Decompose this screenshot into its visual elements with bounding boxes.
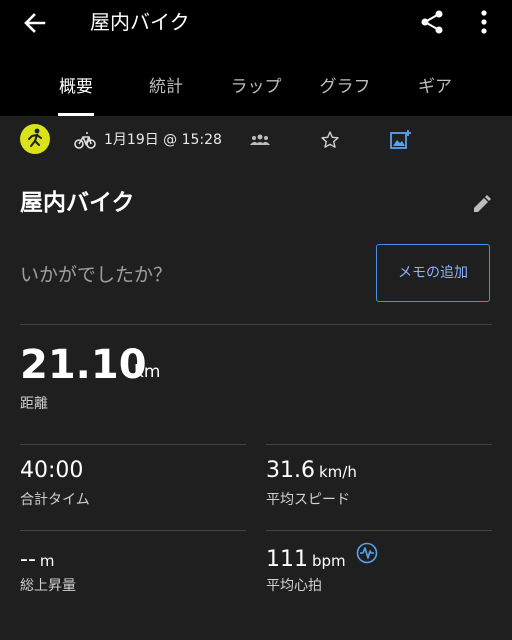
- tab-laps[interactable]: ラップ: [228, 68, 284, 116]
- avg-hr-unit: bpm: [312, 552, 346, 570]
- activity-info-row: 1月19日 @ 15:28: [0, 120, 512, 160]
- add-memo-button[interactable]: メモの追加: [376, 244, 490, 302]
- activity-datetime: 1月19日 @ 15:28: [104, 132, 222, 148]
- avg-hr-value: 111 bpm: [266, 547, 346, 572]
- divider: [20, 530, 246, 531]
- avg-hr-label: 平均心拍: [266, 578, 322, 594]
- pencil-icon[interactable]: [470, 194, 492, 216]
- back-arrow-icon[interactable]: [20, 8, 50, 38]
- total-time-value: 40:00: [20, 458, 84, 483]
- distance-unit: km: [134, 362, 161, 382]
- elev-gain-label: 総上昇量: [20, 578, 76, 594]
- avg-speed-unit: km/h: [318, 463, 357, 481]
- divider: [20, 444, 246, 445]
- activity-name: 屋内バイク: [20, 190, 135, 216]
- divider: [266, 530, 492, 531]
- total-time-label: 合計タイム: [20, 492, 90, 508]
- page-title: 屋内バイク: [90, 10, 190, 34]
- elev-gain-unit: m: [39, 552, 55, 570]
- add-photo-icon[interactable]: [388, 128, 412, 152]
- distance-label: 距離: [20, 396, 48, 412]
- group-icon[interactable]: [250, 132, 270, 148]
- more-vert-icon[interactable]: [474, 6, 494, 38]
- star-icon[interactable]: [320, 130, 340, 150]
- tab-bar: 概要 統計 ラップ グラフ ギア: [0, 68, 512, 116]
- tab-gear[interactable]: ギア: [415, 68, 455, 116]
- tab-graphs[interactable]: グラフ: [316, 68, 374, 116]
- elev-gain-value: -- m: [20, 547, 55, 572]
- share-icon[interactable]: [418, 8, 446, 36]
- top-app-bar: 屋内バイク 概要 統計 ラップ グラフ ギア: [0, 0, 512, 116]
- bike-icon: [74, 132, 96, 149]
- tab-overview[interactable]: 概要: [56, 68, 96, 116]
- divider: [20, 324, 492, 325]
- tab-stats[interactable]: 統計: [146, 68, 186, 116]
- avg-speed-label: 平均スピード: [266, 492, 350, 508]
- how-was-it-prompt[interactable]: いかがでしたか？: [20, 260, 172, 290]
- divider: [266, 444, 492, 445]
- runner-icon: [20, 124, 50, 154]
- heart-rate-icon[interactable]: [356, 542, 378, 564]
- avg-speed-value: 31.6 km/h: [266, 458, 357, 483]
- distance-value: 21.10: [20, 342, 147, 388]
